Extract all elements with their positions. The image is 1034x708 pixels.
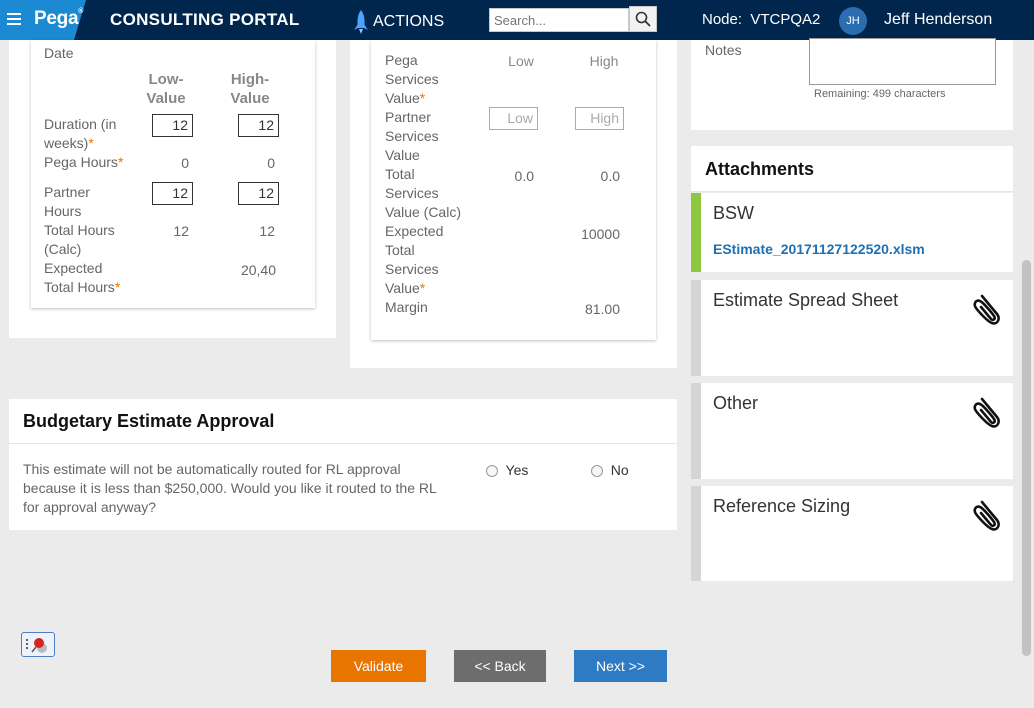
next-button[interactable]: Next >> [574, 650, 667, 682]
attachment-bsw: BSW EStimate_20171127122520.xlsm [691, 193, 1013, 272]
attachment-file-link[interactable]: EStimate_20171127122520.xlsm [713, 241, 925, 257]
attachment-title: BSW [713, 203, 755, 223]
margin-label: Margin [385, 299, 428, 315]
pega-hours-high: 0 [267, 155, 275, 171]
expected-hours-label: Expected Total Hours* [44, 260, 121, 295]
radio-button[interactable] [591, 465, 603, 478]
expected-services-label: Expected Total Services Value* [385, 223, 444, 296]
partner-services-label: Partner Services Value [385, 109, 439, 163]
radio-button[interactable] [486, 465, 498, 478]
margin-high: 81.00 [584, 301, 620, 317]
high-value-header: High- Value [230, 71, 270, 107]
portal-title: CONSULTING PORTAL [110, 10, 300, 29]
expected-hours-high: 20,40 [240, 262, 276, 278]
attachment-estimate-spread-sheet: Estimate Spread Sheet [691, 280, 1013, 376]
notes-remaining: Remaining: 499 characters [814, 88, 946, 100]
menu-icon[interactable] [7, 13, 21, 25]
partner-hours-low-input[interactable]: 12 [152, 182, 193, 205]
node-indicator: Node: VTCPQA2 [702, 11, 821, 28]
avatar[interactable]: JH [839, 7, 867, 35]
search-button[interactable] [629, 6, 657, 32]
page-scrollbar[interactable] [1022, 260, 1031, 656]
total-hours-label: Total Hours (Calc) [44, 222, 115, 257]
paperclip-icon[interactable] [973, 496, 1003, 534]
divider [9, 443, 677, 444]
pega-services-label: Pega Services Value* [385, 52, 439, 106]
attachment-bar [691, 486, 701, 581]
search-icon [635, 11, 651, 27]
duration-high-input[interactable]: 12 [238, 114, 279, 137]
rocket-icon [354, 10, 368, 34]
pega-hours-label: Pega Hours* [44, 154, 124, 170]
attachment-bar [691, 383, 701, 479]
total-services-low: 0.0 [514, 168, 534, 184]
total-services-label: Total Services Value (Calc) [385, 166, 461, 220]
approval-no-radio[interactable]: No [591, 462, 629, 478]
attachment-accent-bar [691, 193, 701, 272]
search-input[interactable] [489, 8, 629, 32]
attachment-title: Reference Sizing [713, 496, 851, 516]
expected-services-high: 10000 [581, 226, 620, 242]
attachment-title: Estimate Spread Sheet [713, 290, 899, 310]
services-low-header: Low [508, 53, 534, 69]
duration-label: Duration (in weeks)* [44, 116, 117, 151]
pega-hours-low: 0 [181, 155, 189, 171]
duration-low-input[interactable]: 12 [152, 114, 193, 137]
pushpin-icon [26, 638, 47, 653]
total-services-high: 0.0 [600, 168, 620, 184]
tracer-tool-button[interactable] [21, 632, 55, 657]
attachment-other: Other [691, 383, 1013, 479]
validate-button[interactable]: Validate [331, 650, 426, 682]
pega-logo[interactable]: Pega® [34, 8, 83, 30]
notes-label: Notes [705, 42, 742, 58]
notes-textarea[interactable] [809, 38, 996, 85]
total-hours-high: 12 [259, 223, 275, 239]
user-name[interactable]: Jeff Henderson [884, 11, 992, 29]
attachment-title: Other [713, 393, 759, 413]
attachment-bar [691, 280, 701, 376]
services-high-header: High [589, 53, 619, 69]
attachments-title: Attachments [705, 159, 815, 179]
total-hours-low: 12 [173, 223, 189, 239]
partner-services-low-input[interactable]: Low [489, 107, 538, 130]
approval-title: Budgetary Estimate Approval [23, 411, 275, 431]
paperclip-icon[interactable] [973, 393, 1003, 431]
partner-services-high-input[interactable]: High [575, 107, 624, 130]
back-button[interactable]: << Back [454, 650, 546, 682]
actions-label: ACTIONS [373, 13, 445, 30]
partner-hours-label: Partner Hours [44, 184, 90, 219]
attachment-reference-sizing: Reference Sizing [691, 486, 1013, 581]
date-label: Date [44, 45, 74, 61]
approval-question: This estimate will not be automatically … [23, 461, 437, 515]
approval-yes-radio[interactable]: Yes [486, 462, 528, 478]
low-value-header: Low- Value [146, 71, 186, 107]
actions-menu[interactable]: ACTIONS [352, 10, 444, 34]
paperclip-icon[interactable] [973, 290, 1003, 328]
partner-hours-high-input[interactable]: 12 [238, 182, 279, 205]
